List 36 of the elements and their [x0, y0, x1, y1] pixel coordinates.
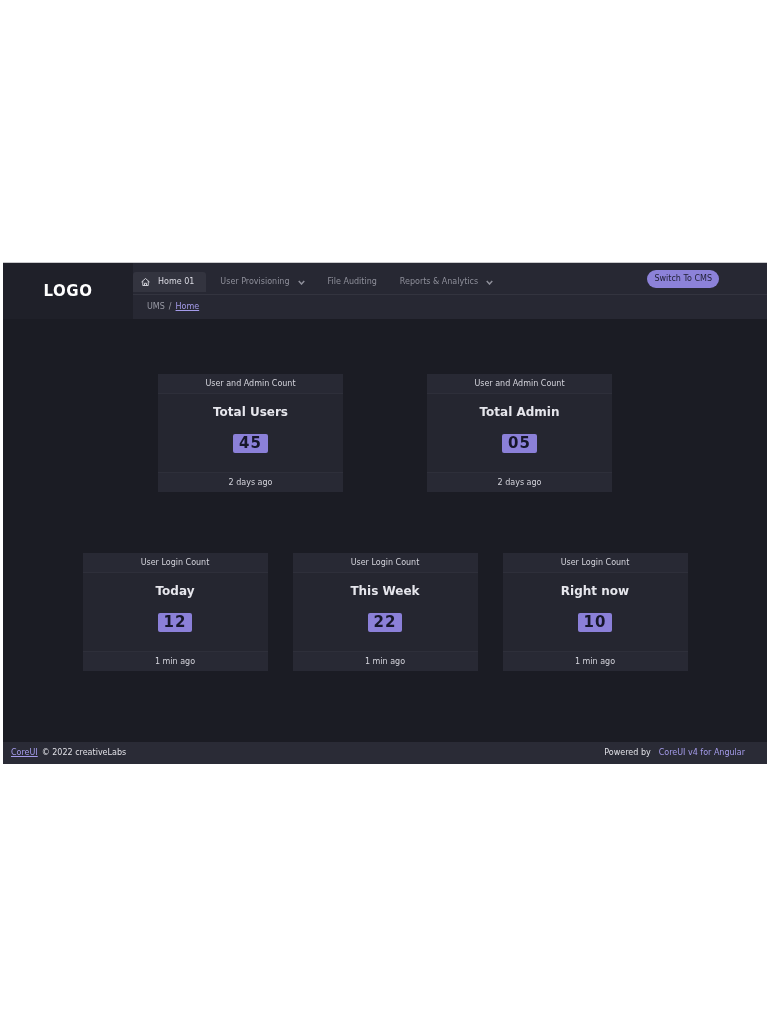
card-footer-text: 1 min ago: [574, 655, 616, 668]
nav-tab[interactable]: User Provisioning: [206, 272, 314, 292]
count-value: 12: [157, 613, 193, 632]
card-header-text: User Login Count: [140, 556, 210, 569]
chevron-down-icon: [297, 279, 305, 285]
card-title: This Week: [350, 583, 420, 600]
nav-tab[interactable]: Home 01: [133, 272, 207, 292]
breadcrumb-link[interactable]: Home: [175, 300, 200, 313]
card-title: Today: [155, 583, 195, 600]
copyright-text: © 2022 creativeLabs: [41, 747, 127, 759]
card-footer-text: 2 days ago: [497, 476, 542, 489]
card-title: Total Admin: [479, 404, 560, 421]
nav-tab[interactable]: File Auditing: [313, 272, 386, 292]
coreui-angular-link[interactable]: CoreUI v4 for Angular: [658, 747, 745, 759]
breadcrumb-item: UMS: [147, 300, 165, 313]
count-value: 45: [233, 434, 268, 453]
card-header-text: User Login Count: [350, 556, 420, 569]
card-footer-text: 1 min ago: [364, 655, 406, 668]
card-title: Right now: [560, 583, 630, 600]
breadcrumb-separator: /: [168, 300, 172, 313]
card-title: Total Users: [212, 404, 288, 421]
card-header-text: User and Admin Count: [474, 377, 565, 390]
card-footer-text: 2 days ago: [228, 476, 273, 489]
powered-by-text: Powered by: [604, 747, 651, 759]
count-value: 05: [502, 434, 537, 453]
chevron-down-icon: [486, 279, 494, 285]
nav-tab[interactable]: Reports & Analytics: [385, 272, 503, 292]
logo: LOGO: [43, 280, 93, 302]
switch-to-cms-button[interactable]: Switch To CMS: [647, 270, 719, 288]
count-value: 22: [367, 613, 403, 632]
card-footer-text: 1 min ago: [154, 655, 196, 668]
coreui-link[interactable]: CoreUI: [11, 747, 38, 759]
home-icon: [141, 278, 150, 286]
card-header-text: User Login Count: [560, 556, 630, 569]
count-value: 10: [577, 613, 613, 632]
card-header-text: User and Admin Count: [205, 377, 296, 390]
